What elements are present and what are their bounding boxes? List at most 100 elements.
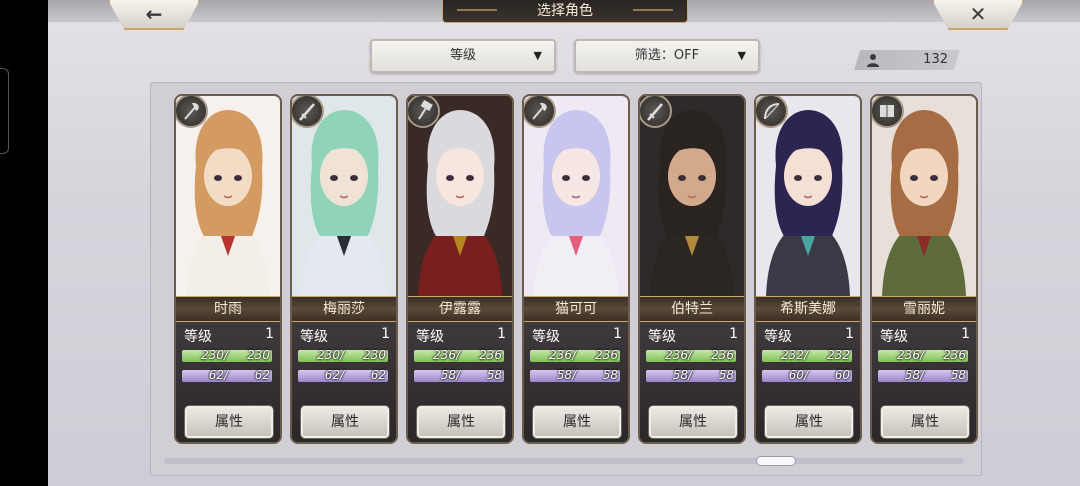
character-card[interactable]: 时雨 等级 1 230/ 230 62/ 62 属性 <box>176 96 280 442</box>
hp-bar: 236/ 236 <box>414 348 504 362</box>
level-value: 1 <box>845 326 854 342</box>
hp-max: 236 <box>943 348 966 362</box>
character-card[interactable]: 希斯美娜 等级 1 232/ 232 60/ 60 属性 <box>756 96 860 442</box>
character-stats: 等级 1 232/ 232 60/ 60 属性 <box>756 322 860 442</box>
hp-max: 232 <box>827 348 850 362</box>
level-row: 等级 1 <box>184 326 274 345</box>
mp-current: 62/ <box>208 368 228 382</box>
character-select-screen: 选择角色 ← ✕ 等级 ▼ 筛选：OFF ▼ 132 时雨 等级 1 230/ … <box>48 0 1080 486</box>
attributes-button[interactable]: 属性 <box>881 406 969 438</box>
mp-bar: 62/ 62 <box>182 368 272 382</box>
level-value: 1 <box>961 326 970 342</box>
hp-bar: 236/ 236 <box>646 348 736 362</box>
character-card[interactable]: 伯特兰 等级 1 236/ 236 58/ 58 属性 <box>640 96 744 442</box>
character-card[interactable]: 雪丽妮 等级 1 236/ 236 58/ 58 属性 <box>872 96 976 442</box>
back-button[interactable]: ← <box>108 0 200 30</box>
hp-max: 230 <box>247 348 270 362</box>
level-label: 等级 <box>300 329 328 345</box>
character-name: 梅丽莎 <box>292 296 396 322</box>
mp-bar: 58/ 58 <box>414 368 504 382</box>
filter-dropdown-label: 筛选：OFF <box>634 48 700 63</box>
level-row: 等级 1 <box>416 326 506 345</box>
hp-current: 230/ <box>201 348 228 362</box>
mp-bar: 58/ 58 <box>878 368 968 382</box>
mp-max: 58 <box>950 368 966 382</box>
mp-max: 58 <box>602 368 618 382</box>
level-row: 等级 1 <box>648 326 738 345</box>
level-row: 等级 1 <box>764 326 854 345</box>
level-row: 等级 1 <box>880 326 970 345</box>
hp-bar: 230/ 230 <box>298 348 388 362</box>
mp-max: 60 <box>834 368 850 382</box>
mp-current: 60/ <box>788 368 808 382</box>
hp-bar: 236/ 236 <box>530 348 620 362</box>
character-stats: 等级 1 236/ 236 58/ 58 属性 <box>640 322 744 442</box>
level-row: 等级 1 <box>532 326 622 345</box>
side-drawer-handle[interactable] <box>0 68 9 154</box>
hp-max: 236 <box>479 348 502 362</box>
mp-max: 62 <box>370 368 386 382</box>
hp-max: 230 <box>363 348 386 362</box>
character-card[interactable]: 猫可可 等级 1 236/ 236 58/ 58 属性 <box>524 96 628 442</box>
attributes-button[interactable]: 属性 <box>533 406 621 438</box>
mp-max: 58 <box>718 368 734 382</box>
attributes-button[interactable]: 属性 <box>649 406 737 438</box>
level-label: 等级 <box>184 329 212 345</box>
mp-max: 58 <box>486 368 502 382</box>
level-label: 等级 <box>648 329 676 345</box>
character-name: 伯特兰 <box>640 296 744 322</box>
hp-max: 236 <box>595 348 618 362</box>
level-value: 1 <box>613 326 622 342</box>
scrollbar-track[interactable] <box>164 458 964 464</box>
close-button[interactable]: ✕ <box>932 0 1024 30</box>
character-stats: 等级 1 230/ 230 62/ 62 属性 <box>176 322 280 442</box>
hp-bar: 232/ 232 <box>762 348 852 362</box>
mp-current: 58/ <box>904 368 924 382</box>
character-name: 时雨 <box>176 296 280 322</box>
mp-bar: 62/ 62 <box>298 368 388 382</box>
character-name: 雪丽妮 <box>872 296 976 322</box>
mp-current: 58/ <box>556 368 576 382</box>
mp-bar: 58/ 58 <box>646 368 736 382</box>
character-card[interactable]: 梅丽莎 等级 1 230/ 230 62/ 62 属性 <box>292 96 396 442</box>
chevron-down-icon: ▼ <box>737 49 746 62</box>
back-arrow-icon: ← <box>145 2 163 26</box>
mp-max: 62 <box>254 368 270 382</box>
level-row: 等级 1 <box>300 326 390 345</box>
character-card[interactable]: 伊露露 等级 1 236/ 236 58/ 58 属性 <box>408 96 512 442</box>
filter-dropdown[interactable]: 筛选：OFF ▼ <box>574 39 760 73</box>
scrollbar-thumb[interactable] <box>756 456 796 466</box>
hp-bar: 236/ 236 <box>878 348 968 362</box>
attributes-button[interactable]: 属性 <box>417 406 505 438</box>
character-stats: 等级 1 236/ 236 58/ 58 属性 <box>524 322 628 442</box>
mp-bar: 58/ 58 <box>530 368 620 382</box>
attributes-button[interactable]: 属性 <box>301 406 389 438</box>
attributes-button[interactable]: 属性 <box>185 406 273 438</box>
level-label: 等级 <box>532 329 560 345</box>
sort-dropdown[interactable]: 等级 ▼ <box>370 39 556 73</box>
hp-current: 230/ <box>317 348 344 362</box>
sort-dropdown-label: 等级 <box>449 48 476 63</box>
hp-current: 236/ <box>549 348 576 362</box>
page-title: 选择角色 <box>442 0 688 23</box>
hp-current: 232/ <box>781 348 808 362</box>
character-count-value: 132 <box>923 52 948 67</box>
hp-bar: 230/ 230 <box>182 348 272 362</box>
level-label: 等级 <box>880 329 908 345</box>
hp-current: 236/ <box>665 348 692 362</box>
character-stats: 等级 1 230/ 230 62/ 62 属性 <box>292 322 396 442</box>
level-value: 1 <box>265 326 274 342</box>
mp-current: 62/ <box>324 368 344 382</box>
mp-bar: 60/ 60 <box>762 368 852 382</box>
attributes-button[interactable]: 属性 <box>765 406 853 438</box>
level-value: 1 <box>729 326 738 342</box>
character-count: 132 <box>854 50 960 70</box>
character-stats: 等级 1 236/ 236 58/ 58 属性 <box>408 322 512 442</box>
chevron-down-icon: ▼ <box>533 49 542 62</box>
character-name: 希斯美娜 <box>756 296 860 322</box>
hp-current: 236/ <box>897 348 924 362</box>
level-label: 等级 <box>764 329 792 345</box>
level-value: 1 <box>381 326 390 342</box>
hp-max: 236 <box>711 348 734 362</box>
mp-current: 58/ <box>672 368 692 382</box>
